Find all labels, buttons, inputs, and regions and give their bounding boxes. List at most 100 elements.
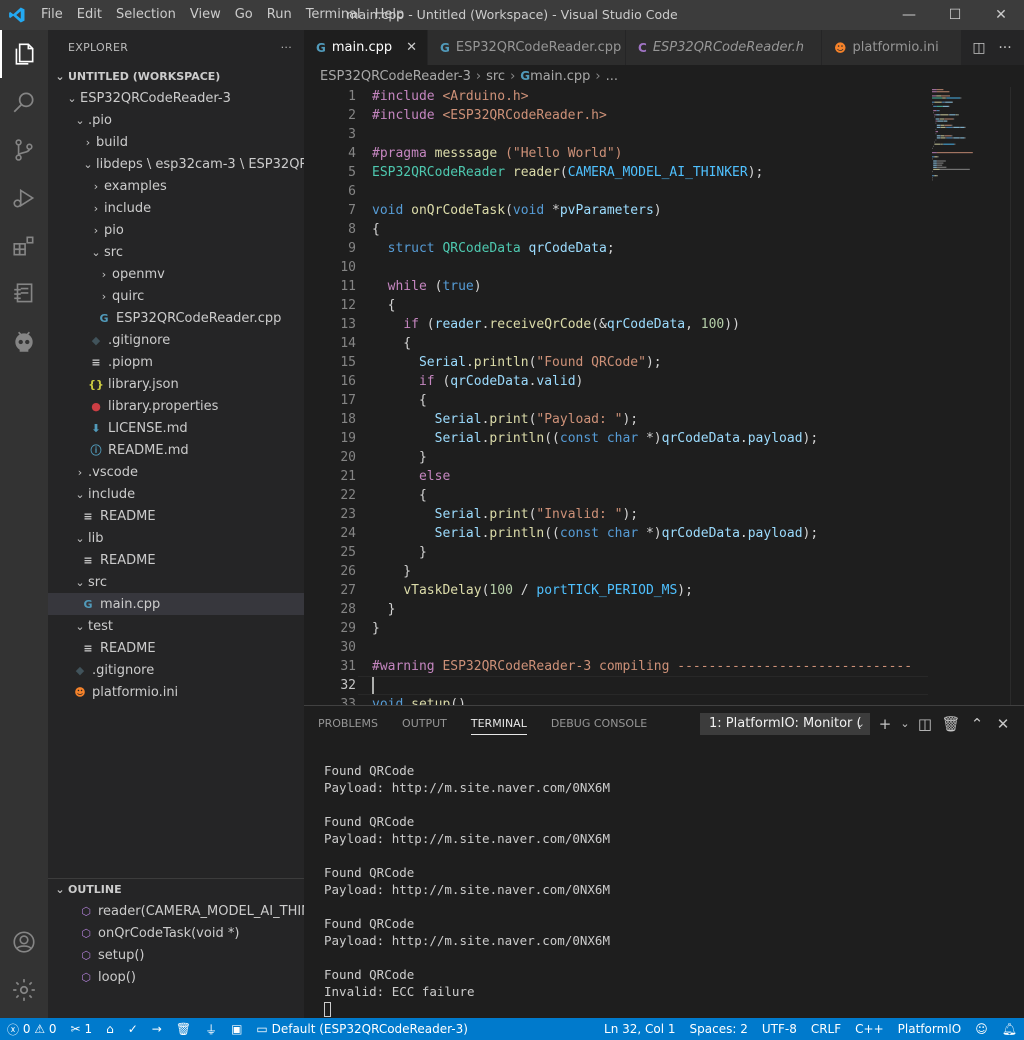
trash-icon[interactable]: 🗑	[938, 712, 964, 736]
code-line[interactable]	[372, 676, 928, 695]
code-line[interactable]	[372, 258, 928, 277]
code-line[interactable]: while (true)	[372, 277, 928, 296]
breadcrumb-item[interactable]: main.cpp	[530, 69, 590, 84]
breadcrumb-item[interactable]: src	[486, 69, 505, 84]
tree-item[interactable]: ● library.properties	[48, 395, 304, 417]
close-window-button[interactable]: ✕	[978, 0, 1024, 30]
code-line[interactable]: struct QRCodeData qrCodeData;	[372, 239, 928, 258]
tab-platformio-ini[interactable]: ☻ platformio.ini	[822, 30, 963, 65]
maximize-panel-icon[interactable]: ⌃	[964, 712, 990, 736]
tree-item[interactable]: › .vscode	[48, 461, 304, 483]
code-line[interactable]	[372, 182, 928, 201]
code-lines[interactable]: #include <Arduino.h> #include <ESP32QRCod…	[372, 87, 928, 705]
tree-item[interactable]: › quirc	[48, 285, 304, 307]
close-tab-icon[interactable]: ✕	[406, 40, 417, 55]
maximize-button[interactable]: ☐	[932, 0, 978, 30]
outline-item[interactable]: ⬡ onQrCodeTask(void *)	[48, 922, 304, 944]
tree-item[interactable]: ⬇ LICENSE.md	[48, 417, 304, 439]
breadcrumb-item[interactable]: ESP32QRCodeReader-3	[320, 69, 471, 84]
chevron-down-icon[interactable]: ⌄	[898, 712, 912, 736]
more-actions-icon[interactable]: ···	[992, 40, 1018, 56]
code-line[interactable]: vTaskDelay(100 / portTICK_PERIOD_MS);	[372, 581, 928, 600]
tree-item[interactable]: ≡ README	[48, 505, 304, 527]
menu-edit[interactable]: Edit	[70, 0, 109, 30]
panel-tab-output[interactable]: OUTPUT	[402, 706, 447, 741]
workspace-section-header[interactable]: ⌄ UNTITLED (WORKSPACE)	[48, 65, 304, 87]
language-mode[interactable]: C++	[848, 1018, 891, 1040]
code-line[interactable]: if (qrCodeData.valid)	[372, 372, 928, 391]
code-line[interactable]: }	[372, 562, 928, 581]
code-line[interactable]: {	[372, 391, 928, 410]
split-editor-icon[interactable]: ◫	[966, 40, 992, 56]
search-icon[interactable]	[0, 78, 48, 126]
code-line[interactable]: {	[372, 296, 928, 315]
tree-item[interactable]: {} library.json	[48, 373, 304, 395]
outline-item[interactable]: ⬡ reader(CAMERA_MODEL_AI_THIN...	[48, 900, 304, 922]
code-line[interactable]: if (reader.receiveQrCode(&qrCodeData, 10…	[372, 315, 928, 334]
encoding[interactable]: UTF-8	[755, 1018, 804, 1040]
source-control-icon[interactable]	[0, 126, 48, 174]
run-debug-icon[interactable]	[0, 174, 48, 222]
terminal-output[interactable]: Found QRCode Payload: http://m.site.naver…	[324, 762, 610, 1017]
accounts-icon[interactable]	[0, 918, 48, 966]
code-line[interactable]: #include <ESP32QRCodeReader.h>	[372, 106, 928, 125]
tree-item[interactable]: ◆ .gitignore	[48, 329, 304, 351]
panel-tab-problems[interactable]: PROBLEMS	[318, 706, 378, 741]
line-endings[interactable]: CRLF	[804, 1018, 848, 1040]
code-line[interactable]: {	[372, 220, 928, 239]
env-selector[interactable]: ▭ Default (ESP32QRCodeReader-3)	[249, 1018, 474, 1040]
tree-item[interactable]: ⌄ .pio	[48, 109, 304, 131]
tree-item[interactable]: ≡ README	[48, 549, 304, 571]
code-line[interactable]: Serial.print("Invalid: ");	[372, 505, 928, 524]
tab-main-cpp[interactable]: Gmain.cpp ✕	[304, 30, 429, 65]
code-line[interactable]: void setup()	[372, 695, 928, 705]
tree-item[interactable]: ◆ .gitignore	[48, 659, 304, 681]
code-line[interactable]: ESP32QRCodeReader reader(CAMERA_MODEL_AI…	[372, 163, 928, 182]
breadcrumb-item[interactable]: ...	[606, 69, 618, 84]
upload-arrow-icon[interactable]: →	[145, 1018, 169, 1040]
feedback-icon[interactable]: ☺	[968, 1018, 995, 1040]
minimize-button[interactable]: —	[886, 0, 932, 30]
platformio-icon[interactable]	[0, 318, 48, 366]
tree-item[interactable]: ⌄ lib	[48, 527, 304, 549]
panel-tab-debug-console[interactable]: DEBUG CONSOLE	[551, 706, 647, 741]
menu-view[interactable]: View	[183, 0, 228, 30]
code-editor[interactable]: 1 2 3 4 5 6 7 8 9 10 11 12 13 14 15 16 17 18 19 20 21 22 23 24 2…	[304, 87, 1024, 705]
tree-item[interactable]: G ESP32QRCodeReader.cpp	[48, 307, 304, 329]
tree-item[interactable]: ≡ README	[48, 637, 304, 659]
cursor-position[interactable]: Ln 32, Col 1	[597, 1018, 683, 1040]
outline-item[interactable]: ⬡ loop()	[48, 966, 304, 988]
menu-help[interactable]: Help	[368, 0, 412, 30]
outline-item[interactable]: ⬡ setup()	[48, 944, 304, 966]
tree-item[interactable]: ☻ platformio.ini	[48, 681, 304, 703]
tree-item[interactable]: ⌄ test	[48, 615, 304, 637]
code-line[interactable]: void onQrCodeTask(void *pvParameters)	[372, 201, 928, 220]
tree-item[interactable]: › examples	[48, 175, 304, 197]
code-line[interactable]: Serial.print("Payload: ");	[372, 410, 928, 429]
home-icon[interactable]: ⌂	[99, 1018, 121, 1040]
code-line[interactable]: }	[372, 543, 928, 562]
indentation[interactable]: Spaces: 2	[683, 1018, 755, 1040]
terminal-selector[interactable]: 1: PlatformIO: Monitor ( ⌄	[700, 713, 870, 735]
tree-item[interactable]: › include	[48, 197, 304, 219]
menu-file[interactable]: File	[34, 0, 70, 30]
minimap[interactable]	[928, 87, 1010, 705]
code-line[interactable]: Serial.println((const char *)qrCodeData.…	[372, 429, 928, 448]
code-line[interactable]: #pragma messsage ("Hello World")	[372, 144, 928, 163]
code-line[interactable]: }	[372, 600, 928, 619]
code-line[interactable]: }	[372, 448, 928, 467]
code-line[interactable]: else	[372, 467, 928, 486]
tree-item[interactable]: Gmain.cpp	[48, 593, 304, 615]
code-line[interactable]: Serial.println((const char *)qrCodeData.…	[372, 524, 928, 543]
menu-run[interactable]: Run	[260, 0, 299, 30]
tree-item[interactable]: › pio	[48, 219, 304, 241]
build-check-icon[interactable]: ✓	[121, 1018, 145, 1040]
tasks-status[interactable]: ✂ 1	[64, 1018, 100, 1040]
panel-tab-terminal[interactable]: TERMINAL	[470, 706, 527, 741]
tree-item[interactable]: › openmv	[48, 263, 304, 285]
settings-gear-icon[interactable]	[0, 966, 48, 1014]
problems-status[interactable]: ⓧ 0 ⚠ 0	[0, 1018, 64, 1040]
code-line[interactable]: #include <Arduino.h>	[372, 87, 928, 106]
tree-item[interactable]: ⌄ ESP32QRCodeReader-3	[48, 87, 304, 109]
code-line[interactable]	[372, 125, 928, 144]
